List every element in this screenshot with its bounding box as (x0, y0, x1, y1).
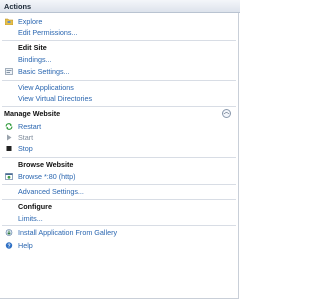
install-gallery-action[interactable]: Install Application From Gallery (0, 228, 236, 237)
view-applications-action[interactable]: View Applications (0, 83, 236, 92)
svg-text:?: ? (7, 243, 10, 249)
view-virtual-directories-action[interactable]: View Virtual Directories (0, 94, 236, 103)
bindings-action[interactable]: Bindings... (0, 55, 236, 64)
separator (2, 40, 236, 41)
browser-icon (5, 173, 13, 180)
separator (2, 199, 236, 200)
view-applications-link[interactable]: View Applications (0, 83, 74, 92)
separator (2, 106, 236, 107)
separator (2, 225, 236, 226)
advanced-settings-link[interactable]: Advanced Settings... (0, 187, 84, 196)
help-icon: ? (5, 242, 13, 249)
browse-website-heading: Browse Website (0, 160, 236, 169)
settings-page-icon (5, 68, 13, 75)
separator (2, 80, 236, 81)
configure-label: Configure (18, 202, 52, 211)
help-action[interactable]: ? Help (0, 241, 236, 250)
restart-icon (5, 123, 13, 130)
gallery-install-icon (5, 229, 13, 236)
install-gallery-link[interactable]: Install Application From Gallery (0, 228, 117, 237)
manage-website-title: Manage Website (4, 109, 61, 118)
basic-settings-action[interactable]: Basic Settings... (0, 67, 236, 76)
edit-permissions-action[interactable]: Edit Permissions... (0, 28, 236, 37)
manage-website-section: Manage Website ︿ (0, 109, 236, 118)
actions-title: Actions (4, 2, 32, 11)
explore-action[interactable]: Explore (0, 17, 236, 26)
chevron-up-icon[interactable]: ︿ (222, 109, 231, 118)
limits-link[interactable]: Limits... (0, 214, 43, 223)
browse-website-label: Browse Website (18, 160, 74, 169)
start-icon (7, 134, 12, 141)
stop-action[interactable]: Stop (0, 144, 236, 153)
start-action[interactable]: Start (0, 133, 236, 142)
bindings-link[interactable]: Bindings... (0, 55, 52, 64)
view-virtual-directories-link[interactable]: View Virtual Directories (0, 94, 92, 103)
separator (2, 184, 236, 185)
stop-icon (6, 146, 12, 151)
limits-action[interactable]: Limits... (0, 214, 236, 223)
configure-heading: Configure (0, 202, 236, 211)
browse-80-action[interactable]: Browse *:80 (http) (0, 172, 236, 181)
actions-header: Actions (0, 0, 240, 13)
separator (2, 157, 236, 158)
restart-action[interactable]: Restart (0, 122, 236, 131)
advanced-settings-action[interactable]: Advanced Settings... (0, 187, 236, 196)
edit-site-heading: Edit Site (0, 43, 236, 52)
edit-site-label: Edit Site (18, 43, 47, 52)
edit-permissions-link[interactable]: Edit Permissions... (0, 28, 78, 37)
folder-icon (5, 18, 13, 25)
